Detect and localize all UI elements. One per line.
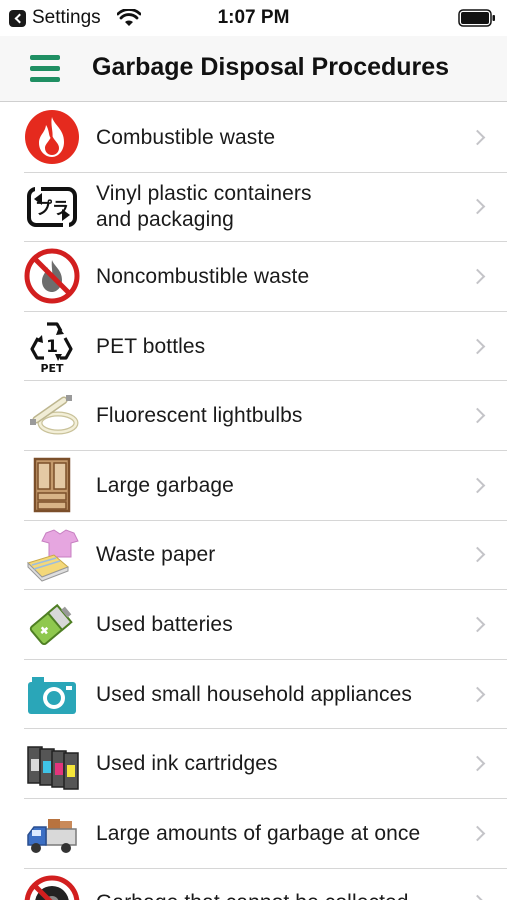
chevron-right-icon: [469, 825, 486, 842]
svg-text:1: 1: [46, 337, 58, 357]
cabinet-icon: [33, 457, 71, 513]
chevron-right-icon: [469, 268, 486, 285]
paper-clothes-icon: [27, 529, 79, 582]
list-item-label: Large garbage: [96, 473, 234, 497]
list-item-label: Used batteries: [96, 612, 233, 636]
ink-cartridge-icon: [27, 746, 79, 791]
no-fire-icon: [24, 248, 80, 304]
list-item-combustible-waste[interactable]: Combustible waste: [0, 103, 507, 173]
svg-text:プラ: プラ: [35, 198, 69, 219]
chevron-right-icon: [469, 338, 486, 354]
list-item-noncombustible-waste[interactable]: Noncombustible waste: [0, 242, 507, 312]
list-item-ink-cartridges[interactable]: Used ink cartridges: [0, 729, 507, 799]
chevron-right-icon: [469, 895, 486, 900]
page-title: Garbage Disposal Procedures: [92, 53, 450, 81]
list-item-small-appliances[interactable]: Used small household appliances: [0, 660, 507, 730]
camera-icon: [28, 676, 76, 714]
fluorescent-bulb-icon: [30, 395, 79, 435]
chevron-right-icon: [469, 199, 486, 215]
chevron-right-icon: [469, 547, 486, 563]
hamburger-icon: [30, 55, 60, 82]
pet-recycle-icon: 1 PET: [30, 322, 73, 374]
list-item-label: Waste paper: [96, 543, 216, 567]
plastic-recycle-icon: プラ: [27, 186, 77, 227]
svg-text:PET: PET: [40, 362, 64, 374]
list-item-large-garbage[interactable]: Large garbage: [0, 451, 507, 521]
nav-bar: Garbage Disposal Procedures: [0, 36, 507, 102]
chevron-right-icon: [469, 129, 486, 146]
list-item-pet-bottles[interactable]: 1 PET PET bottles: [0, 312, 507, 382]
chevron-right-icon: [469, 477, 486, 494]
list-item-cannot-be-collected[interactable]: Garbage that cannot be collected: [0, 869, 507, 900]
list-item-label: Garbage that cannot be collected: [96, 869, 456, 900]
status-bar: Settings 1:07 PM: [0, 0, 507, 36]
list-item-large-amounts[interactable]: Large amounts of garbage at once: [0, 799, 507, 869]
list-item-label: Large amounts of garbage at once: [96, 821, 421, 845]
list-item-waste-paper[interactable]: Waste paper: [0, 521, 507, 591]
list-item-vinyl-plastic[interactable]: プラ Vinyl plastic containers and packagin…: [0, 173, 507, 243]
chevron-right-icon: [469, 686, 486, 702]
list-item-label: Combustible waste: [96, 125, 276, 149]
list-item-label: Used small household appliances: [96, 682, 412, 706]
tire-icon: [24, 875, 80, 900]
category-list: Combustible waste プラ Vinyl plastic conta…: [0, 103, 507, 900]
chevron-right-icon: [469, 755, 486, 772]
battery-icon: [458, 9, 495, 27]
battery-cell-icon: [29, 604, 73, 646]
chevron-right-icon: [469, 616, 486, 633]
list-item-fluorescent-lightbulbs[interactable]: Fluorescent lightbulbs: [0, 381, 507, 451]
flame-icon: [25, 110, 79, 164]
menu-button[interactable]: [30, 55, 60, 83]
list-item-label: Vinyl plastic containers and packaging: [96, 182, 312, 232]
list-item-used-batteries[interactable]: Used batteries: [0, 590, 507, 660]
list-item-label: Used ink cartridges: [96, 752, 278, 776]
status-time: 1:07 PM: [217, 7, 290, 28]
truck-icon: [27, 818, 77, 853]
list-item-label: PET bottles: [96, 334, 206, 358]
list-item-label: Fluorescent lightbulbs: [96, 404, 303, 428]
list-item-label: Noncombustible waste: [96, 264, 310, 288]
chevron-right-icon: [469, 407, 486, 424]
